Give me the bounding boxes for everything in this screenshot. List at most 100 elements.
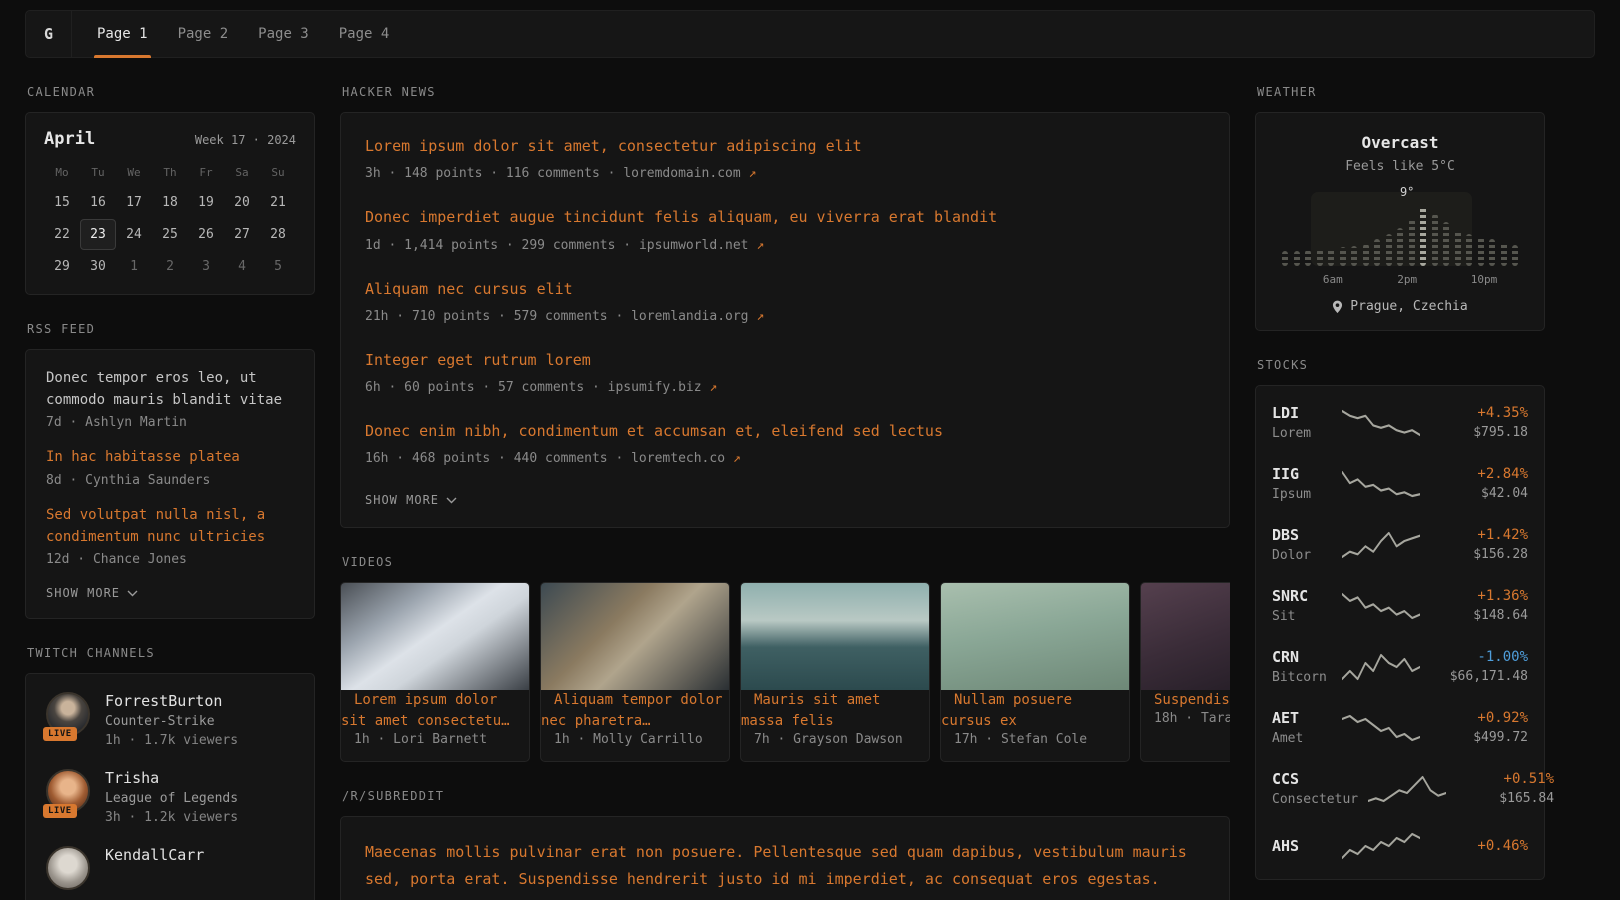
tab-page-1[interactable]: Page 1 [94, 11, 151, 57]
hn-item-link[interactable]: Donec imperdiet augue tincidunt felis al… [365, 206, 1205, 229]
hn-item-domain-link[interactable]: loremlandia.org ↗ [631, 309, 764, 324]
hn-item: Aliquam nec cursus elit 21h · 710 points… [365, 278, 1205, 324]
stock-change: +0.92% [1430, 710, 1528, 726]
calendar-day[interactable]: 24 [116, 219, 152, 250]
videos-widget: Lorem ipsum dolor sit amet consectetu… 1… [340, 582, 1230, 762]
tab-page-2[interactable]: Page 2 [175, 11, 232, 57]
channel-info: ForrestBurton Counter-Strike 1h · 1.7k v… [105, 692, 238, 748]
calendar-day[interactable]: 15 [44, 187, 80, 218]
calendar-day[interactable]: 17 [116, 187, 152, 218]
rss-item-link[interactable]: Donec tempor eros leo, ut commodo mauris… [46, 368, 294, 411]
calendar-day[interactable]: 25 [152, 219, 188, 250]
stock-row[interactable]: DBS Dolor +1.42% $156.28 [1256, 514, 1544, 575]
weather-chart: 9° 6am 2pm 10pm [1280, 190, 1520, 286]
tab-page-3[interactable]: Page 3 [255, 11, 312, 57]
stock-row[interactable]: AHS +0.46% [1256, 819, 1544, 873]
rss-item-meta: 8d · Cynthia Saunders [46, 473, 294, 488]
hn-item-domain: ipsumworld.net [639, 238, 749, 253]
twitch-channel[interactable]: LIVE Trisha League of Legends 3h · 1.2k … [46, 769, 294, 825]
stock-row[interactable]: AET Amet +0.92% $499.72 [1256, 697, 1544, 758]
stock-sparkline [1342, 713, 1420, 743]
rss-item-link[interactable]: Sed volutpat nulla nisl, a condimentum n… [46, 505, 294, 548]
video-card[interactable]: Nullam posuere cursus ex 17h · Stefan Co… [940, 582, 1130, 762]
hn-item-domain-link[interactable]: loremtech.co ↗ [631, 451, 741, 466]
live-badge: LIVE [43, 727, 77, 741]
hn-item-link[interactable]: Donec enim nibh, condimentum et accumsan… [365, 420, 1205, 443]
video-title-link[interactable]: Mauris sit amet massa felis [741, 679, 880, 735]
calendar-week-label: Week 17 · 2024 [195, 133, 296, 147]
rss-item-link[interactable]: In hac habitasse platea [46, 447, 294, 469]
hn-item-link[interactable]: Lorem ipsum dolor sit amet, consectetur … [365, 135, 1205, 158]
video-card[interactable]: Suspendisse diam 18h · Tara [1140, 582, 1230, 762]
video-meta: 1h · Lori Barnett [341, 732, 529, 761]
stock-symbol: SNRC [1272, 587, 1332, 605]
calendar-day[interactable]: 16 [80, 187, 116, 218]
calendar-day[interactable]: 18 [152, 187, 188, 218]
rss-show-more-button[interactable]: SHOW MORE [46, 586, 138, 600]
video-title-link[interactable]: Aliquam tempor dolor nec pharetra… [541, 679, 723, 735]
calendar-day[interactable]: 2 [152, 251, 188, 282]
calendar-dow: We [116, 157, 152, 186]
stock-change: +1.42% [1430, 527, 1528, 543]
calendar-day[interactable]: 5 [260, 251, 296, 282]
tab-page-4[interactable]: Page 4 [336, 11, 393, 57]
calendar-day[interactable]: 4 [224, 251, 260, 282]
video-card[interactable]: Mauris sit amet massa felis 7h · Grayson… [740, 582, 930, 762]
stock-row[interactable]: SNRC Sit +1.36% $148.64 [1256, 575, 1544, 636]
stock-row[interactable]: CRN Bitcorn -1.00% $66,171.48 [1256, 636, 1544, 697]
calendar-day[interactable]: 28 [260, 219, 296, 250]
stock-sparkline [1342, 591, 1420, 621]
stock-row[interactable]: CCS Consectetur +0.51% $165.84 [1256, 758, 1544, 819]
app-logo[interactable]: G [26, 11, 72, 57]
rss-item: Sed volutpat nulla nisl, a condimentum n… [46, 505, 294, 567]
calendar-day[interactable]: 29 [44, 251, 80, 282]
video-card[interactable]: Aliquam tempor dolor nec pharetra… 1h · … [540, 582, 730, 762]
video-title-link[interactable]: Lorem ipsum dolor sit amet consectetu… [341, 679, 523, 735]
weather-location-label: Prague, Czechia [1350, 299, 1467, 314]
hn-item-domain: ipsumify.biz [608, 380, 702, 395]
stock-change: +1.36% [1430, 588, 1528, 604]
video-card[interactable]: Lorem ipsum dolor sit amet consectetu… 1… [340, 582, 530, 762]
calendar-day[interactable]: 30 [80, 251, 116, 282]
stock-symbol: LDI [1272, 404, 1332, 422]
video-title-link[interactable]: Suspendisse diam [1141, 679, 1230, 714]
calendar-day[interactable]: 3 [188, 251, 224, 282]
hn-item-domain-link[interactable]: ipsumify.biz ↗ [608, 380, 718, 395]
hn-item-domain-link[interactable]: loremdomain.com ↗ [623, 166, 756, 181]
calendar-day[interactable]: 20 [224, 187, 260, 218]
calendar-day-selected[interactable]: 23 [80, 219, 116, 250]
stock-change: +0.46% [1430, 838, 1528, 854]
location-pin-icon [1332, 300, 1343, 314]
calendar-day[interactable]: 26 [188, 219, 224, 250]
twitch-channel[interactable]: KendallCarr [46, 846, 294, 890]
subreddit-item-link[interactable]: Maecenas mollis pulvinar erat non posuer… [365, 839, 1205, 892]
stock-row[interactable]: IIG Ipsum +2.84% $42.04 [1256, 453, 1544, 514]
calendar-day[interactable]: 22 [44, 219, 80, 250]
video-title-link[interactable]: Nullam posuere cursus ex [941, 679, 1072, 735]
twitch-channel[interactable]: LIVE ForrestBurton Counter-Strike 1h · 1… [46, 692, 294, 748]
rss-item-meta: 12d · Chance Jones [46, 552, 294, 567]
page-tabs: Page 1 Page 2 Page 3 Page 4 [72, 11, 392, 57]
calendar-day[interactable]: 1 [116, 251, 152, 282]
stock-sparkline [1342, 469, 1420, 499]
stock-id: CCS Consectetur [1272, 770, 1358, 807]
video-meta: 18h · Tara [1141, 711, 1230, 740]
stock-row[interactable]: LDI Lorem +4.35% $795.18 [1256, 392, 1544, 453]
dashboard-columns: CALENDAR April Week 17 · 2024 Mo Tu We T… [0, 58, 1620, 900]
rss-item-meta: 7d · Ashlyn Martin [46, 415, 294, 430]
hn-item: Integer eget rutrum lorem 6h · 60 points… [365, 349, 1205, 395]
hn-item-domain-link[interactable]: ipsumworld.net ↗ [639, 238, 764, 253]
calendar-day[interactable]: 27 [224, 219, 260, 250]
hn-item: Donec enim nibh, condimentum et accumsan… [365, 420, 1205, 466]
calendar-widget: April Week 17 · 2024 Mo Tu We Th Fr Sa S… [25, 112, 315, 295]
calendar-day[interactable]: 21 [260, 187, 296, 218]
hn-show-more-button[interactable]: SHOW MORE [365, 493, 457, 507]
middle-column: HACKER NEWS Lorem ipsum dolor sit amet, … [340, 58, 1230, 900]
calendar-day[interactable]: 19 [188, 187, 224, 218]
calendar-dow: Mo [44, 157, 80, 186]
hn-item-link[interactable]: Aliquam nec cursus elit [365, 278, 1205, 301]
stock-symbol: DBS [1272, 526, 1332, 544]
hn-item-link[interactable]: Integer eget rutrum lorem [365, 349, 1205, 372]
external-link-icon: ↗ [749, 166, 757, 181]
stock-price: $42.04 [1430, 486, 1528, 501]
